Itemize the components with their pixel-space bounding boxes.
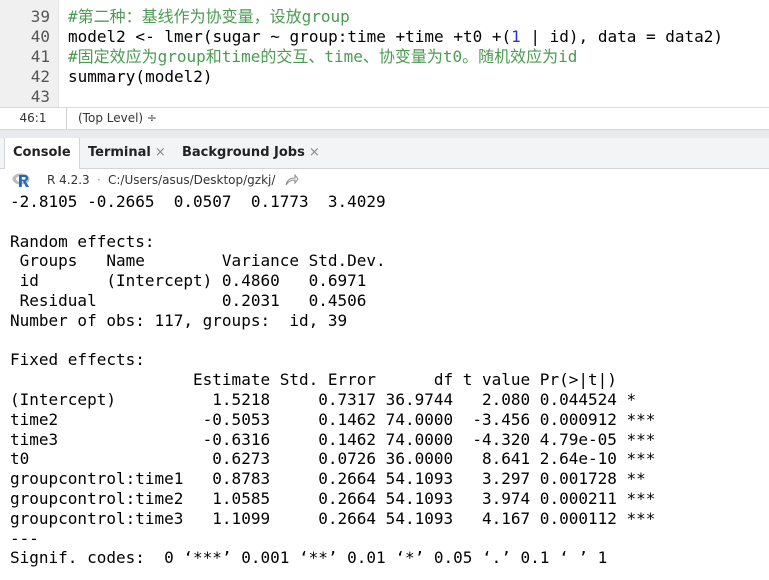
console-line: time2 -0.5053 0.1462 74.0000 -3.456 0.00…: [10, 409, 656, 429]
scope-dropdown[interactable]: (Top Level) ÷: [78, 108, 157, 129]
tab-background-jobs[interactable]: Background Jobs ×: [174, 138, 328, 168]
console-tab-bar: Console Terminal × Background Jobs ×: [0, 138, 769, 169]
console-line: Signif. codes: 0 ‘***’ 0.001 ‘**’ 0.01 ‘…: [10, 548, 608, 568]
console-line: t0 0.6273 0.0726 36.0000 8.641 2.64e-10 …: [10, 449, 656, 469]
working-directory-path: C:/Users/asus/Desktop/gzkj/: [108, 173, 276, 187]
console-line: time3 -0.6316 0.1462 74.0000 -4.320 4.79…: [10, 429, 656, 449]
line-number: 43: [30, 87, 50, 106]
console-line: groupcontrol:time1 0.8783 0.2664 54.1093…: [10, 469, 656, 489]
line-number-gutter: 39 40 41 42 43: [0, 0, 59, 107]
console-line: ---: [10, 528, 39, 548]
tab-label: Console: [13, 145, 71, 160]
close-icon[interactable]: ×: [309, 145, 320, 160]
console-line: id (Intercept) 0.4860 0.6971: [10, 271, 386, 291]
line-number: 39: [30, 7, 50, 26]
tab-label: Terminal: [88, 145, 151, 160]
cursor-position: 46:1: [0, 108, 67, 129]
console-line: Estimate Std. Error df t value Pr(>|t|): [10, 370, 656, 390]
tab-label: Background Jobs: [182, 145, 305, 160]
tab-console[interactable]: Console: [4, 138, 80, 169]
console-line: -2.8105 -0.2665 0.0507 0.1773 3.4029: [10, 192, 386, 211]
console-line: Number of obs: 117, groups: id, 39: [10, 310, 348, 330]
console-line: Random effects:: [10, 231, 155, 251]
console-line: (Intercept) 1.5218 0.7317 36.9744 2.080 …: [10, 390, 656, 409]
console-line: Groups Name Variance Std.Dev.: [10, 251, 386, 271]
numeric-literal: 1: [511, 27, 521, 46]
console-output[interactable]: -2.8105 -0.2665 0.0507 0.1773 3.4029 Ran…: [0, 192, 769, 580]
console-line: groupcontrol:time2 1.0585 0.2664 54.1093…: [10, 489, 656, 508]
code-line-comment[interactable]: #第二种：基线作为协变量，设放group: [68, 7, 350, 27]
path-separator: ·: [97, 173, 101, 187]
go-to-directory-icon[interactable]: [285, 174, 299, 186]
code-line-comment[interactable]: #固定效应为group和time的交互、time、协变量为t0。随机效应为id: [68, 47, 577, 67]
tab-terminal[interactable]: Terminal ×: [80, 138, 174, 168]
r-logo-icon: [12, 173, 30, 187]
line-number: 42: [30, 67, 50, 86]
line-number: 41: [30, 47, 50, 66]
r-version: R 4.2.3: [47, 173, 90, 187]
console-line: Residual 0.2031 0.4506: [10, 291, 386, 310]
console-line: groupcontrol:time3 1.1099 0.2664 54.1093…: [10, 508, 656, 528]
code-line-model[interactable]: model2 <- lmer(sugar ~ group:time +time …: [68, 27, 723, 47]
close-icon[interactable]: ×: [155, 145, 166, 160]
editor-status-bar: 46:1 (Top Level) ÷: [0, 107, 769, 130]
console-line: Fixed effects:: [10, 350, 145, 370]
console-path-bar: R 4.2.3 · C:/Users/asus/Desktop/gzkj/: [0, 169, 769, 192]
code-line-summary[interactable]: summary(model2): [68, 67, 213, 87]
pane-divider[interactable]: [0, 130, 769, 138]
source-editor[interactable]: 39 40 41 42 43 #第二种：基线作为协变量，设放group mode…: [0, 0, 769, 107]
line-number: 40: [30, 27, 50, 46]
